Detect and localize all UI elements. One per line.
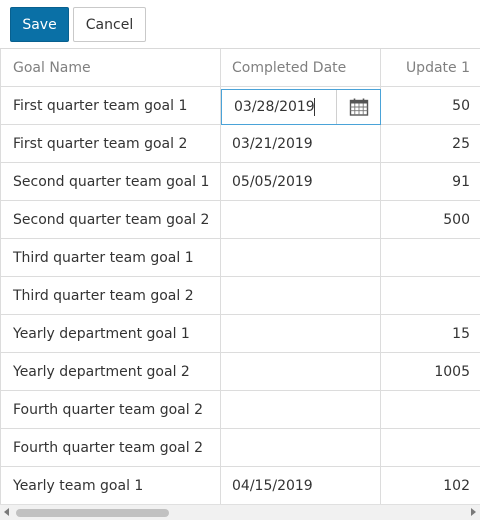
calendar-icon bbox=[349, 98, 368, 116]
completed-date-input[interactable] bbox=[222, 90, 336, 124]
table-row[interactable]: Fourth quarter team goal 2 bbox=[0, 429, 480, 467]
table-row[interactable]: Fourth quarter team goal 2 bbox=[0, 391, 480, 429]
update-1-cell[interactable]: 500 bbox=[381, 201, 480, 238]
update-1-cell[interactable] bbox=[381, 391, 480, 428]
update-1-cell[interactable]: 50 bbox=[381, 87, 480, 124]
table-row[interactable]: Second quarter team goal 1 05/05/2019 91 bbox=[0, 163, 480, 201]
table-row[interactable]: Third quarter team goal 1 bbox=[0, 239, 480, 277]
goal-name-cell[interactable]: Third quarter team goal 2 bbox=[0, 277, 221, 314]
column-header-update-1[interactable]: Update 1 bbox=[381, 49, 480, 86]
completed-date-editor[interactable] bbox=[221, 89, 381, 125]
completed-date-cell[interactable] bbox=[221, 201, 381, 238]
completed-date-cell[interactable] bbox=[221, 391, 381, 428]
update-1-cell[interactable]: 102 bbox=[381, 467, 480, 504]
goal-name-cell[interactable]: First quarter team goal 1 bbox=[0, 87, 221, 124]
table-row[interactable]: Yearly department goal 2 1005 bbox=[0, 353, 480, 391]
column-header-goal-name[interactable]: Goal Name bbox=[0, 49, 221, 86]
cancel-button[interactable]: Cancel bbox=[73, 7, 146, 42]
table-row[interactable]: First quarter team goal 2 03/21/2019 25 bbox=[0, 125, 480, 163]
scroll-right-arrow-icon[interactable] bbox=[471, 508, 476, 516]
completed-date-cell[interactable] bbox=[221, 239, 381, 276]
completed-date-cell[interactable]: 03/21/2019 bbox=[221, 125, 381, 162]
table-row[interactable]: Second quarter team goal 2 500 bbox=[0, 201, 480, 239]
save-button[interactable]: Save bbox=[10, 7, 69, 42]
goal-name-cell[interactable]: Second quarter team goal 2 bbox=[0, 201, 221, 238]
scroll-left-arrow-icon[interactable] bbox=[4, 508, 9, 516]
goal-name-cell[interactable]: First quarter team goal 2 bbox=[0, 125, 221, 162]
update-1-cell[interactable] bbox=[381, 239, 480, 276]
completed-date-cell[interactable]: 05/05/2019 bbox=[221, 163, 381, 200]
goal-name-cell[interactable]: Yearly team goal 1 bbox=[0, 467, 221, 504]
update-1-cell[interactable]: 91 bbox=[381, 163, 480, 200]
goal-name-cell[interactable]: Yearly department goal 2 bbox=[0, 353, 221, 390]
goal-name-cell[interactable]: Third quarter team goal 1 bbox=[0, 239, 221, 276]
column-header-completed-date[interactable]: Completed Date bbox=[221, 49, 381, 86]
update-1-cell[interactable]: 1005 bbox=[381, 353, 480, 390]
goal-name-cell[interactable]: Fourth quarter team goal 2 bbox=[0, 429, 221, 466]
completed-date-cell[interactable] bbox=[221, 353, 381, 390]
completed-date-cell[interactable] bbox=[221, 315, 381, 352]
table-row[interactable]: Third quarter team goal 2 bbox=[0, 277, 480, 315]
horizontal-scrollbar[interactable] bbox=[0, 504, 480, 520]
completed-date-cell[interactable] bbox=[221, 429, 381, 466]
goals-grid: Goal Name Completed Date Update 1 First … bbox=[0, 48, 480, 504]
update-1-cell[interactable]: 25 bbox=[381, 125, 480, 162]
scrollbar-thumb[interactable] bbox=[16, 509, 169, 517]
completed-date-cell[interactable]: 04/15/2019 bbox=[221, 467, 381, 504]
completed-date-cell[interactable] bbox=[221, 277, 381, 314]
update-1-cell[interactable] bbox=[381, 277, 480, 314]
goal-name-cell[interactable]: Fourth quarter team goal 2 bbox=[0, 391, 221, 428]
table-row[interactable]: Yearly team goal 1 04/15/2019 102 bbox=[0, 467, 480, 504]
goal-name-cell[interactable]: Yearly department goal 1 bbox=[0, 315, 221, 352]
update-1-cell[interactable]: 15 bbox=[381, 315, 480, 352]
goal-name-cell[interactable]: Second quarter team goal 1 bbox=[0, 163, 221, 200]
table-row[interactable]: Yearly department goal 1 15 bbox=[0, 315, 480, 353]
toolbar: Save Cancel bbox=[0, 0, 480, 48]
grid-header-row: Goal Name Completed Date Update 1 bbox=[0, 49, 480, 87]
text-cursor bbox=[314, 98, 315, 116]
calendar-button[interactable] bbox=[336, 90, 380, 124]
update-1-cell[interactable] bbox=[381, 429, 480, 466]
